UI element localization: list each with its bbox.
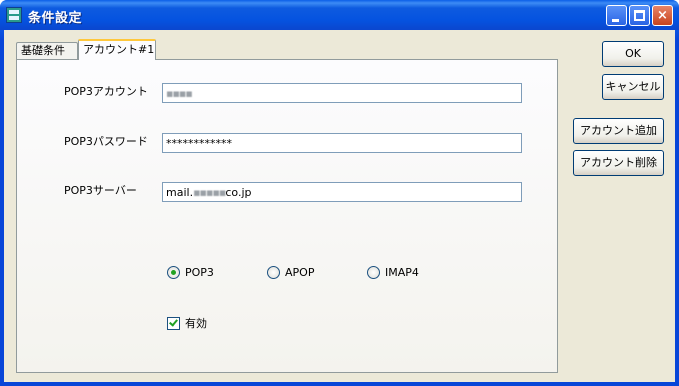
tab-account-1[interactable]: アカウント#1 xyxy=(78,39,156,60)
app-icon xyxy=(6,7,22,23)
server-value-suffix: co.jp xyxy=(225,186,252,199)
account-value-redacted: ▪▪▪▪ xyxy=(166,87,193,100)
password-value: ************ xyxy=(166,137,232,150)
server-value-redacted: ▪▪▪▪▪ xyxy=(193,186,226,199)
maximize-icon xyxy=(634,10,645,21)
radio-imap4-label: IMAP4 xyxy=(385,266,419,279)
close-icon: × xyxy=(657,8,668,23)
pop3-server-input[interactable]: mail.▪▪▪▪▪co.jp xyxy=(162,182,522,202)
dialog-window: 条件設定 × 基礎条件 アカウント#1 POP3アカウント ▪▪▪▪ POP3パ… xyxy=(0,0,679,386)
dialog-client-area: 基礎条件 アカウント#1 POP3アカウント ▪▪▪▪ POP3パスワード **… xyxy=(4,30,675,382)
window-title: 条件設定 xyxy=(28,11,83,26)
add-account-button[interactable]: アカウント追加 xyxy=(573,118,664,144)
account-tab-panel: POP3アカウント ▪▪▪▪ POP3パスワード ************ PO… xyxy=(16,59,558,373)
tab-basic-conditions[interactable]: 基礎条件 xyxy=(16,42,78,60)
radio-unselected-icon xyxy=(367,266,380,279)
radio-apop-label: APOP xyxy=(285,266,315,279)
title-bar[interactable]: 条件設定 × xyxy=(0,0,679,30)
ok-button[interactable]: OK xyxy=(602,41,664,67)
enabled-label: 有効 xyxy=(185,317,207,330)
close-button[interactable]: × xyxy=(652,5,673,26)
checkmark-icon xyxy=(169,317,178,327)
delete-account-button[interactable]: アカウント削除 xyxy=(573,150,664,176)
pop3-server-label: POP3サーバー xyxy=(64,184,137,197)
minimize-button[interactable] xyxy=(606,5,627,26)
pop3-account-label: POP3アカウント xyxy=(64,85,148,98)
server-value-prefix: mail. xyxy=(166,186,194,199)
radio-unselected-icon xyxy=(267,266,280,279)
pop3-password-input[interactable]: ************ xyxy=(162,133,522,153)
radio-selected-icon xyxy=(167,266,180,279)
minimize-icon xyxy=(612,19,619,22)
radio-pop3-label: POP3 xyxy=(185,266,214,279)
cancel-button[interactable]: キャンセル xyxy=(602,74,664,100)
pop3-account-input[interactable]: ▪▪▪▪ xyxy=(162,83,522,103)
pop3-password-label: POP3パスワード xyxy=(64,135,148,148)
enabled-checkbox[interactable] xyxy=(167,317,180,330)
maximize-button[interactable] xyxy=(629,5,650,26)
